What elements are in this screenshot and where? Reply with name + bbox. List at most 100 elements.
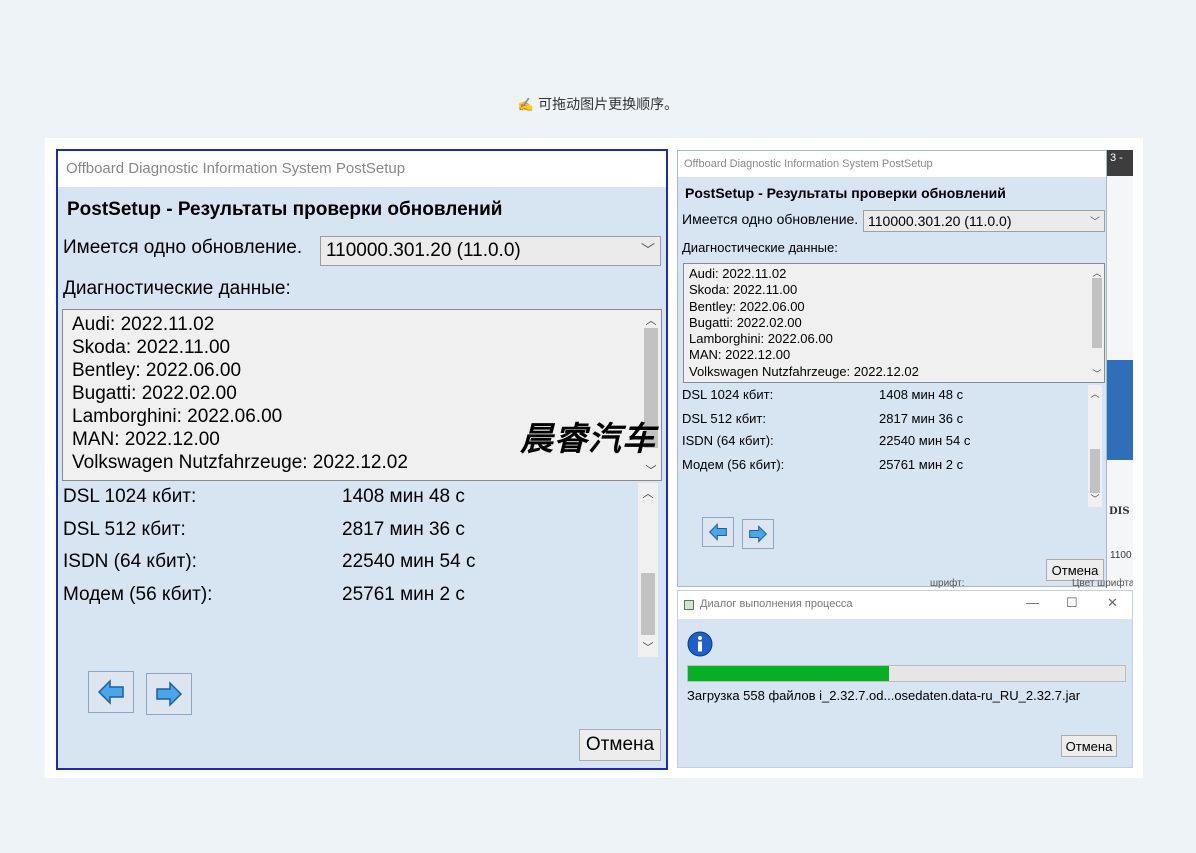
diag-line: Bugatti: 2022.02.00 xyxy=(72,383,237,404)
scroll-thumb[interactable] xyxy=(641,573,655,635)
maximize-icon[interactable]: ☐ xyxy=(1066,595,1078,611)
speed-value: 25761 мин 2 с xyxy=(879,457,964,472)
progress-fill xyxy=(688,666,890,681)
update-select[interactable]: 110000.301.20 (11.0.0) ﹀ xyxy=(320,236,661,266)
cancel-button[interactable]: Отмена xyxy=(1061,735,1117,757)
background-app: 3 - DIS S 1100 xyxy=(1107,150,1133,587)
speed-value: 1408 мин 48 с xyxy=(879,387,964,402)
page-title: PostSetup - Результаты проверки обновлен… xyxy=(67,199,503,220)
speed-value: 1408 мин 48 с xyxy=(342,486,465,507)
diag-line: Bentley: 2022.06.00 xyxy=(72,360,242,381)
update-select-value: 110000.301.20 (11.0.0) xyxy=(326,240,521,261)
diag-lines: Audi: 2022.11.02 Skoda: 2022.11.00 Bentl… xyxy=(689,266,919,380)
diag-line: Volkswagen Nutzfahrzeuge: 2022.12.02 xyxy=(72,452,408,473)
diag-line: Bugatti: 2022.02.00 xyxy=(689,314,802,330)
minimize-icon[interactable]: — xyxy=(1026,595,1039,610)
progress-dialog-title: Диалог выполнения процесса xyxy=(678,591,1132,619)
speed-row: ISDN (64 кбит): 22540 мин 54 с xyxy=(682,433,970,448)
next-button[interactable] xyxy=(742,519,774,549)
speed-row: Модем (56 кбит): 25761 мин 2 с xyxy=(682,457,963,472)
speed-scrollbar[interactable]: ︿ ﹀ xyxy=(638,483,658,657)
hint-icon: ✍ xyxy=(517,98,535,113)
background-text: шрифт: xyxy=(930,578,965,589)
speed-label: DSL 1024 кбит: xyxy=(682,387,774,402)
diag-line: MAN: 2022.12.00 xyxy=(72,429,220,450)
speed-scrollbar[interactable]: ︿ ﹀ xyxy=(1088,385,1102,507)
progress-dialog: Диалог выполнения процесса — ☐ ✕ Загрузк… xyxy=(677,590,1133,768)
scroll-down-icon[interactable]: ﹀ xyxy=(1090,367,1104,380)
scroll-down-icon[interactable]: ﹀ xyxy=(638,639,658,655)
chevron-down-icon: ﹀ xyxy=(1090,217,1100,228)
diag-line: Skoda: 2022.11.00 xyxy=(72,337,231,358)
scroll-down-icon[interactable]: ﹀ xyxy=(1088,492,1102,505)
speed-value: 2817 мин 36 с xyxy=(879,411,964,426)
diag-line: Lamborghini: 2022.06.00 xyxy=(72,406,283,427)
scroll-down-icon[interactable]: ﹀ xyxy=(641,462,661,478)
update-select-value: 110000.301.20 (11.0.0) xyxy=(868,213,1012,229)
update-label: Имеется одно обновление. xyxy=(63,237,303,258)
watermark: 晨睿汽车 xyxy=(520,419,656,458)
scroll-up-icon[interactable]: ︿ xyxy=(641,312,661,328)
window-title: Offboard Diagnostic Information System P… xyxy=(678,151,1106,177)
diag-line: Lamborghini: 2022.06.00 xyxy=(689,331,833,347)
chevron-down-icon: ﹀ xyxy=(641,242,655,258)
speed-label: DSL 512 кбит: xyxy=(682,411,766,426)
diag-line: Volkswagen Nutzfahrzeuge: 2022.12.02 xyxy=(689,363,919,379)
background-text: DIS S xyxy=(1109,506,1133,517)
diag-line: Skoda: 2022.11.00 xyxy=(689,282,798,298)
window-title: Offboard Diagnostic Information System P… xyxy=(58,151,666,187)
speed-label: ISDN (64 кбит): xyxy=(682,433,774,448)
background-tab: 3 - xyxy=(1107,150,1133,176)
drag-hint: ✍ 可拖动图片更换顺序。 xyxy=(0,94,1196,114)
progress-status: Загрузка 558 файлов i_2.32.7.od...osedat… xyxy=(687,688,1081,703)
speed-value: 25761 мин 2 с xyxy=(342,584,465,605)
speed-value: 22540 мин 54 с xyxy=(342,551,476,572)
info-icon xyxy=(687,631,713,657)
speed-row: DSL 512 кбит: 2817 мин 36 с xyxy=(682,411,963,426)
speed-list: DSL 1024 кбит: 1408 мин 48 с DSL 512 кби… xyxy=(63,483,663,657)
scroll-up-icon[interactable]: ︿ xyxy=(638,485,658,501)
back-button[interactable] xyxy=(702,517,734,547)
page-title: PostSetup - Результаты проверки обновлен… xyxy=(685,185,1006,201)
back-button[interactable] xyxy=(88,671,134,713)
progress-bar xyxy=(687,665,1126,682)
speed-label: Модем (56 кбит): xyxy=(63,584,213,605)
speed-value: 2817 мин 36 с xyxy=(342,519,465,540)
diag-scrollbar[interactable]: ︿ ﹀ xyxy=(1090,264,1104,382)
speed-list: DSL 1024 кбит: 1408 мин 48 с DSL 512 кби… xyxy=(682,385,1105,507)
scroll-thumb[interactable] xyxy=(1090,449,1100,493)
speed-row: ISDN (64 кбит): 22540 мин 54 с xyxy=(63,551,475,573)
update-select[interactable]: 110000.301.20 (11.0.0) ﹀ xyxy=(863,210,1105,232)
speed-label: Модем (56 кбит): xyxy=(682,457,785,472)
speed-row: Модем (56 кбит): 25761 мин 2 с xyxy=(63,584,465,606)
speed-row: DSL 1024 кбит: 1408 мин 48 с xyxy=(63,486,465,508)
cancel-button[interactable]: Отмена xyxy=(579,729,661,761)
close-icon[interactable]: ✕ xyxy=(1107,595,1118,611)
diag-line: Audi: 2022.11.02 xyxy=(72,314,215,335)
speed-label: DSL 1024 кбит: xyxy=(63,486,197,507)
next-button[interactable] xyxy=(146,673,192,715)
postsetup-dialog-small: Offboard Diagnostic Information System P… xyxy=(677,150,1107,587)
diag-lines: Audi: 2022.11.02 Skoda: 2022.11.00 Bentl… xyxy=(72,313,408,474)
speed-label: ISDN (64 кбит): xyxy=(63,551,197,572)
arrow-left-icon xyxy=(708,523,727,541)
speed-value: 22540 мин 54 с xyxy=(879,433,971,448)
speed-row: DSL 1024 кбит: 1408 мин 48 с xyxy=(682,387,963,402)
arrow-left-icon xyxy=(97,679,124,705)
scroll-up-icon[interactable]: ︿ xyxy=(1088,387,1102,400)
scroll-thumb[interactable] xyxy=(1092,278,1102,348)
diag-label: Диагностические данные: xyxy=(63,278,291,299)
diag-line: Bentley: 2022.06.00 xyxy=(689,298,805,314)
app-icon xyxy=(684,600,694,610)
background-text: Цвет шрифта: xyxy=(1072,578,1133,589)
diag-textbox[interactable]: Audi: 2022.11.02 Skoda: 2022.11.00 Bentl… xyxy=(683,263,1105,383)
hint-text: 可拖动图片更换顺序。 xyxy=(538,97,679,113)
background-text: 1100 xyxy=(1110,550,1132,561)
speed-row: DSL 512 кбит: 2817 мин 36 с xyxy=(63,519,465,541)
update-label: Имеется одно обновление. xyxy=(682,211,859,227)
diag-line: MAN: 2022.12.00 xyxy=(689,347,791,363)
arrow-right-icon xyxy=(749,525,768,543)
arrow-right-icon xyxy=(156,681,183,707)
diag-line: Audi: 2022.11.02 xyxy=(689,266,787,281)
diag-label: Диагностические данные: xyxy=(682,240,838,255)
